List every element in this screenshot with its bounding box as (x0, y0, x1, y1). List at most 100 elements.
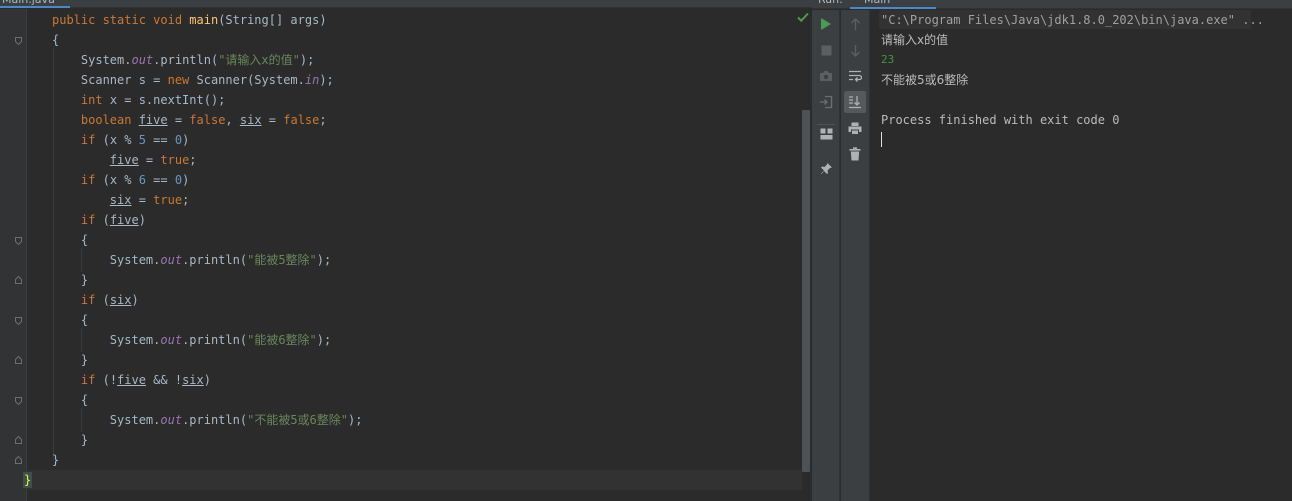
next-occurrence-button[interactable] (844, 39, 866, 61)
code-line[interactable]: { (52, 390, 88, 410)
code-line[interactable]: System.out.println("不能被5或6整除"); (52, 410, 363, 430)
code-token: in (304, 73, 320, 87)
console-exit-line: Process finished with exit code 0 (881, 113, 1120, 127)
stop-icon (821, 45, 832, 56)
code-line[interactable]: Scanner s = new Scanner(System.in); (52, 70, 334, 90)
code-line[interactable]: } (52, 450, 59, 470)
pin-tab-button[interactable] (815, 157, 837, 179)
code-token: ( (102, 293, 110, 307)
code-line[interactable]: System.out.println("能被5整除"); (52, 250, 331, 270)
code-editor[interactable]: Main.java public static void main(String… (0, 0, 812, 501)
code-line[interactable]: if (!five && !six) (52, 370, 211, 390)
code-line[interactable]: public static void main(String[] args) (52, 10, 327, 30)
code-token: = (261, 113, 284, 127)
code-token: == (145, 173, 175, 187)
code-token: false (189, 113, 226, 127)
console-command-line[interactable]: "C:\Program Files\Java\jdk1.8.0_202\bin\… (881, 10, 1264, 30)
run-tool-window: Run: Main (812, 0, 1292, 501)
clear-all-button[interactable] (844, 143, 866, 165)
code-token: five (138, 113, 168, 127)
code-line[interactable]: } (22, 470, 33, 490)
pin-icon (820, 162, 833, 175)
code-token: ; (319, 113, 327, 127)
code-token: 0 (174, 173, 183, 187)
editor-tab-strip: Main.java (0, 0, 812, 8)
stop-button[interactable] (815, 39, 837, 61)
fold-marker-icon[interactable] (14, 356, 23, 365)
code-line[interactable]: System.out.println("能被6整除"); (52, 330, 331, 350)
rerun-button[interactable] (815, 13, 837, 35)
code-line[interactable]: if (six) (52, 290, 139, 310)
code-token: ); (348, 413, 363, 427)
code-token: } (52, 433, 89, 447)
check-icon[interactable] (796, 11, 810, 23)
code-token: ) (131, 293, 139, 307)
code-token: (x % (102, 173, 139, 187)
code-token: System. (52, 53, 132, 67)
code-line[interactable]: if (five) (52, 210, 146, 230)
fold-marker-icon[interactable] (14, 316, 23, 325)
exit-button[interactable] (815, 91, 837, 113)
code-token: { (52, 233, 89, 247)
code-token: main (189, 13, 219, 27)
code-token: "不能被5或6整除" (247, 413, 348, 427)
fold-marker-icon[interactable] (14, 396, 23, 405)
run-tab-strip: Run: Main (812, 0, 1292, 9)
code-token: { (52, 33, 60, 47)
print-button[interactable] (844, 117, 866, 139)
code-token: ) (203, 373, 211, 387)
code-token: if (80, 293, 103, 307)
code-token: ); (319, 73, 334, 87)
code-token: true (153, 193, 183, 207)
editor-gutter[interactable] (0, 9, 26, 501)
code-token: ) (138, 213, 146, 227)
code-line[interactable]: System.out.println("请输入x的值"); (52, 50, 314, 70)
code-line[interactable]: if (x % 6 == 0) (52, 170, 189, 190)
code-token: .println( (182, 253, 248, 267)
code-token: out (160, 333, 183, 347)
code-line[interactable]: boolean five = false, six = false; (52, 110, 327, 130)
code-token: && ! (145, 373, 183, 387)
console-user-input: 23 (881, 53, 895, 66)
code-line[interactable]: five = true; (52, 150, 197, 170)
code-line[interactable]: } (52, 270, 88, 290)
code-token: six (109, 193, 132, 207)
code-token: if (80, 373, 103, 387)
code-line[interactable]: int x = s.nextInt(); (52, 90, 226, 110)
code-token: == (145, 133, 175, 147)
code-line[interactable]: } (52, 430, 88, 450)
fold-marker-icon[interactable] (14, 236, 23, 245)
layout-icon (820, 128, 833, 140)
code-token: = (138, 153, 161, 167)
code-line[interactable]: { (52, 230, 88, 250)
console-output[interactable]: "C:\Program Files\Java\jdk1.8.0_202\bin\… (870, 10, 1292, 501)
soft-wrap-icon (848, 70, 862, 82)
code-line[interactable]: if (x % 5 == 0) (52, 130, 189, 150)
code-token: if (80, 213, 103, 227)
code-line[interactable]: } (52, 350, 88, 370)
arrow-up-icon (850, 17, 861, 31)
editor-scrollbar[interactable] (802, 110, 810, 472)
scroll-to-end-button[interactable] (844, 91, 866, 113)
code-line[interactable]: { (52, 30, 59, 50)
run-label: Run: (818, 0, 844, 8)
fold-marker-icon[interactable] (14, 456, 23, 465)
soft-wrap-button[interactable] (844, 65, 866, 87)
dump-threads-button[interactable] (815, 65, 837, 87)
fold-marker-icon[interactable] (14, 276, 23, 285)
code-line[interactable]: { (52, 310, 88, 330)
code-line[interactable]: six = true; (52, 190, 190, 210)
restore-layout-button[interactable] (815, 123, 837, 145)
code-token: public static void (52, 13, 190, 27)
fold-marker-icon[interactable] (14, 36, 23, 45)
code-token: (! (102, 373, 118, 387)
fold-marker-icon[interactable] (14, 436, 23, 445)
print-icon (848, 122, 862, 135)
code-token: = (131, 193, 154, 207)
code-token: .println( (182, 333, 248, 347)
previous-occurrence-button[interactable] (844, 13, 866, 35)
